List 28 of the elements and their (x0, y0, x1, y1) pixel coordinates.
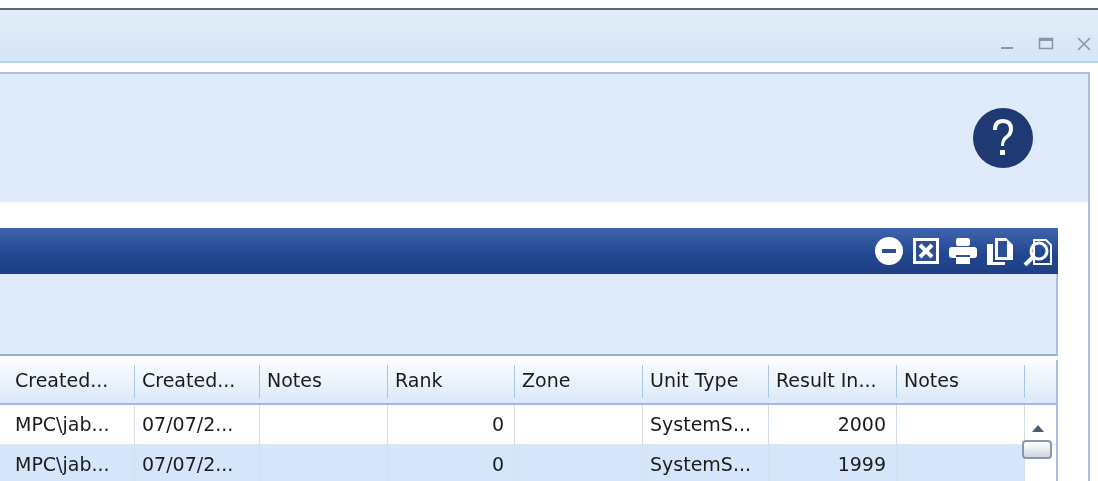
table-cell: MPC\jab... (8, 445, 135, 481)
table-cell: 0 (388, 405, 515, 444)
column-header[interactable]: Result In... (769, 365, 897, 398)
column-header[interactable]: Unit Type (643, 365, 769, 398)
column-header[interactable]: Notes (897, 365, 1025, 398)
column-header[interactable]: Created... (8, 365, 135, 398)
column-header[interactable]: Zone (515, 365, 643, 398)
table-cell: 07/07/2... (135, 405, 260, 444)
copy-icon[interactable] (985, 236, 1015, 266)
column-header[interactable]: Created... (135, 365, 260, 398)
column-header[interactable]: Rank (388, 365, 515, 398)
table-cell: SystemS... (643, 445, 769, 481)
table-row[interactable]: MPC\jab... 07/07/2... 0 SystemS... 2000 (0, 405, 1056, 445)
column-header[interactable]: Notes (260, 365, 388, 398)
table-cell: 07/07/2... (135, 445, 260, 481)
table-cell: 0 (388, 445, 515, 481)
printer-icon[interactable] (948, 236, 978, 266)
table-row[interactable]: MPC\jab... 07/07/2... 0 SystemS... 1999 (0, 445, 1056, 481)
magnifier-icon[interactable] (1022, 236, 1052, 266)
table-cell: 2000 (769, 405, 897, 444)
scrollbar-thumb[interactable] (1022, 440, 1052, 459)
table-cell: 1999 (769, 445, 897, 481)
collapse-icon[interactable] (874, 236, 904, 266)
excel-icon[interactable] (911, 236, 941, 266)
help-icon[interactable] (973, 108, 1033, 168)
scroll-up-arrow-icon[interactable] (1031, 423, 1045, 433)
table-cell: MPC\jab... (8, 405, 135, 444)
table-cell: SystemS... (643, 405, 769, 444)
